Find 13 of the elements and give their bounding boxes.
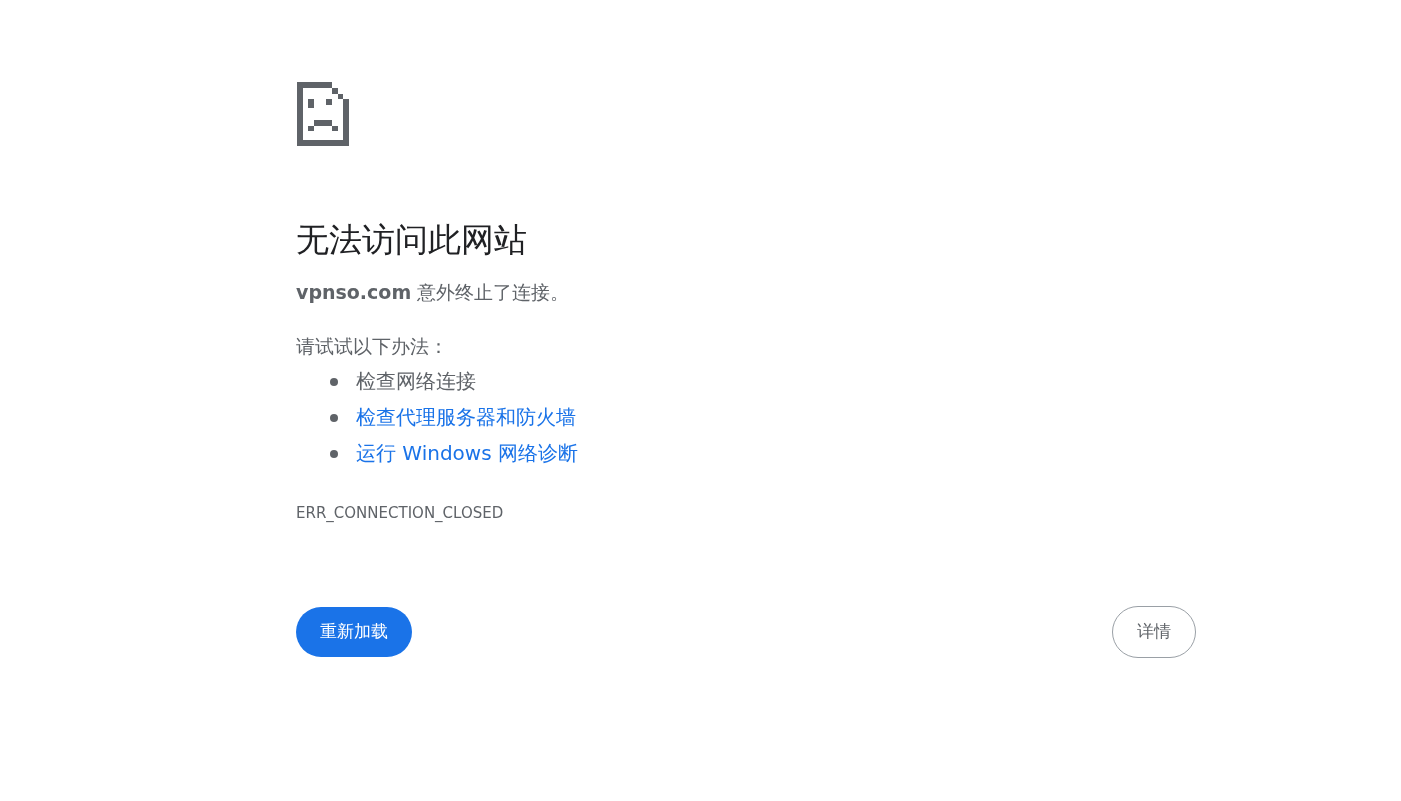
bullet-icon — [330, 413, 338, 422]
bullet-icon — [330, 377, 338, 386]
bullet-icon — [330, 449, 338, 458]
error-heading: 无法访问此网站 — [296, 220, 528, 260]
suggestion-link[interactable]: 检查代理服务器和防火墙 — [356, 404, 576, 432]
suggestion-text: 检查网络连接 — [356, 368, 476, 396]
sad-page-icon — [296, 82, 350, 146]
error-code: ERR_CONNECTION_CLOSED — [296, 503, 505, 522]
suggestions-intro: 请试试以下办法： — [296, 333, 449, 359]
reload-button[interactable]: 重新加载 — [296, 606, 412, 657]
error-message: vpnso.com 意外终止了连接。 — [296, 279, 571, 305]
suggestion-link[interactable]: 运行 Windows 网络诊断 — [356, 440, 578, 468]
details-button[interactable]: 详情 — [1112, 605, 1196, 658]
